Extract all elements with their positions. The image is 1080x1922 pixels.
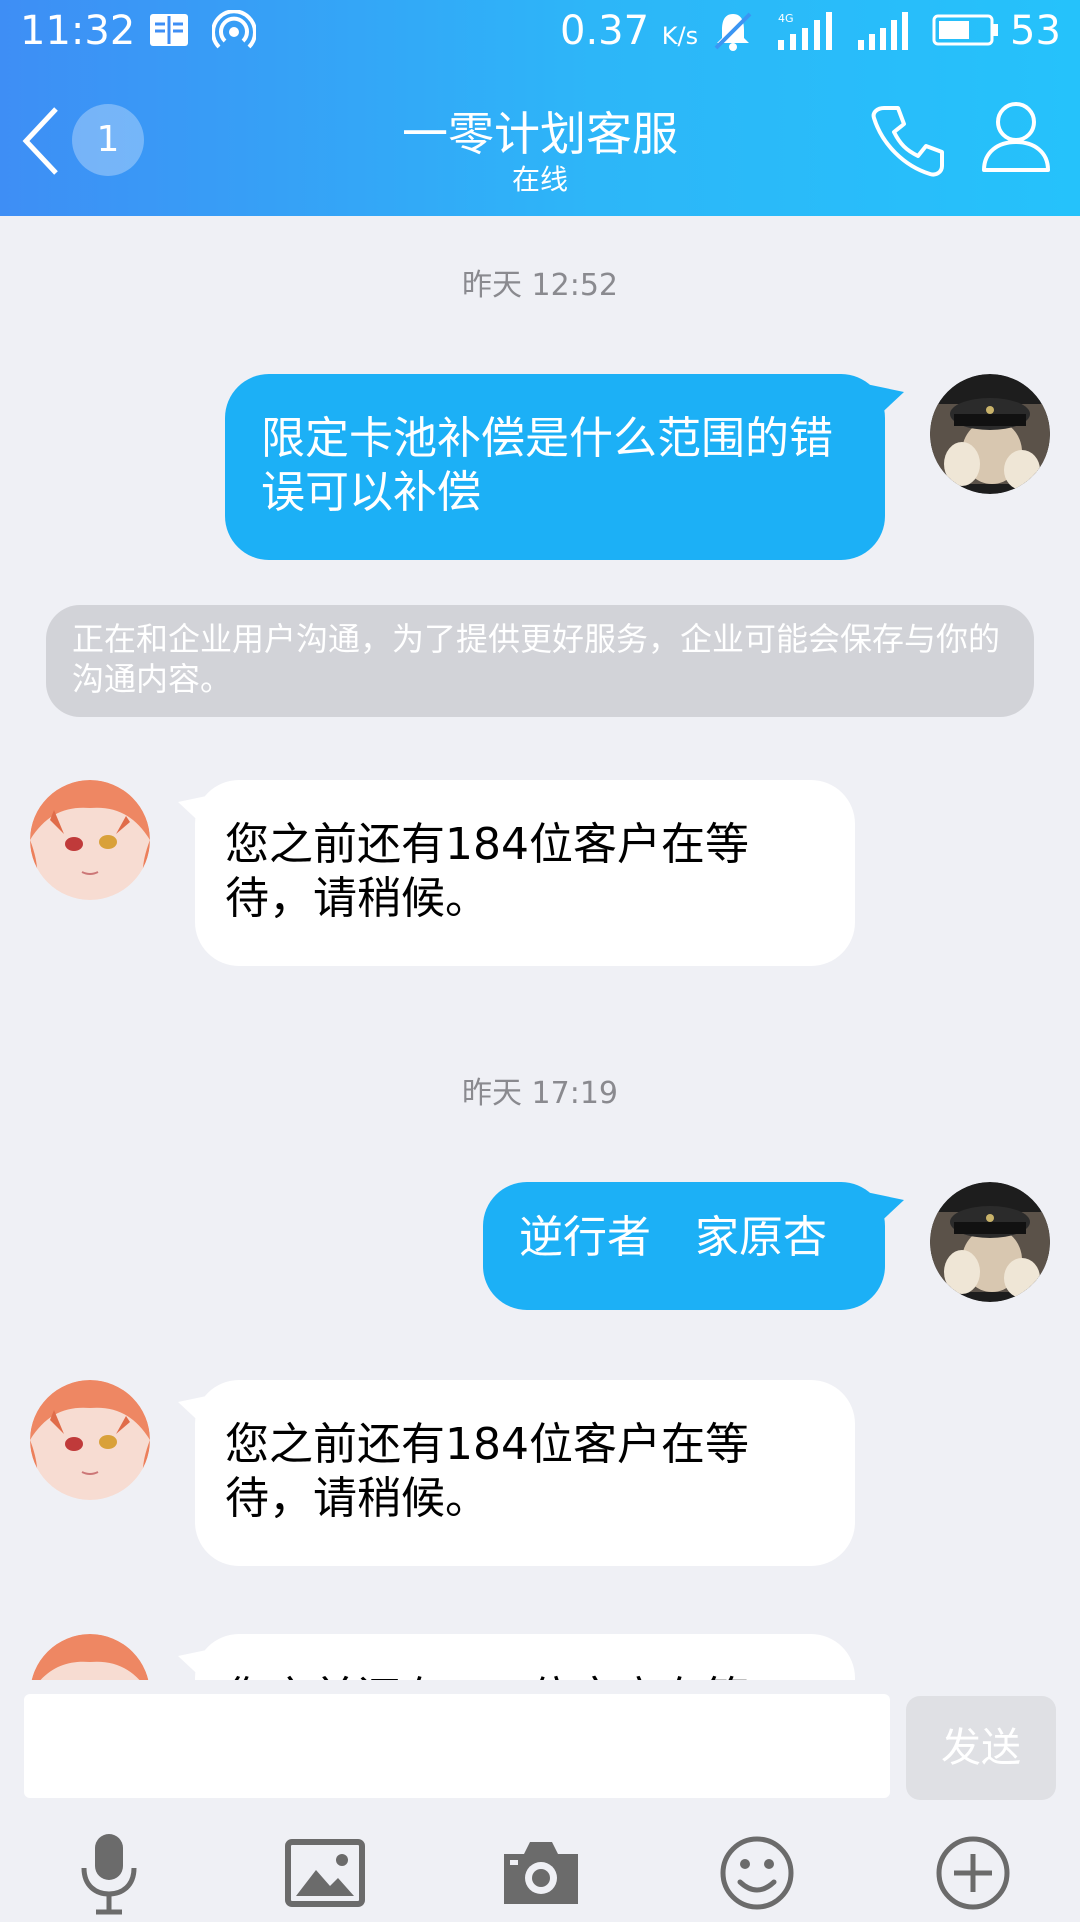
avatar[interactable] <box>30 1634 150 1680</box>
send-button[interactable]: 发送 <box>906 1696 1056 1800</box>
header: 11:32 0.37 K/s 4G 53 1 一零计划客服 在线 <box>0 0 1080 216</box>
phone-icon[interactable] <box>870 102 946 182</box>
outgoing-message[interactable]: 逆行者 家原杏 <box>483 1182 885 1310</box>
battery-icon <box>932 10 1000 54</box>
timestamp: 昨天 12:52 <box>462 268 618 303</box>
signal-4g-icon: 4G <box>776 10 836 58</box>
status-bar: 11:32 0.37 K/s 4G 53 <box>0 0 1080 66</box>
plus-icon[interactable] <box>928 1828 1018 1918</box>
battery-level: 53 <box>1010 8 1061 54</box>
camera-icon[interactable] <box>496 1828 586 1918</box>
incoming-message[interactable]: 您之前还有184位客户在等待，请稍候。 <box>195 1634 855 1680</box>
voice-icon[interactable] <box>64 1828 154 1918</box>
emoji-icon[interactable] <box>712 1828 802 1918</box>
bubble-tail <box>866 1192 904 1228</box>
timestamp: 昨天 17:19 <box>462 1076 618 1111</box>
input-bar: 发送 <box>0 1680 1080 1920</box>
signal-icon <box>856 10 912 58</box>
message-input[interactable] <box>24 1694 890 1798</box>
image-icon[interactable] <box>280 1828 370 1918</box>
outgoing-message[interactable]: 限定卡池补偿是什么范围的错误可以补偿 <box>225 374 885 560</box>
avatar[interactable] <box>930 374 1050 494</box>
profile-icon[interactable] <box>980 100 1052 178</box>
system-notice: 正在和企业用户沟通，为了提供更好服务，企业可能会保存与你的沟通内容。 <box>46 605 1034 717</box>
avatar[interactable] <box>30 1380 150 1500</box>
mute-icon <box>712 10 754 56</box>
network-type: 4G <box>778 12 794 25</box>
bubble-tail <box>866 384 904 420</box>
avatar[interactable] <box>930 1182 1050 1302</box>
network-speed: 0.37 K/s <box>560 8 699 54</box>
incoming-message[interactable]: 您之前还有184位客户在等待，请稍候。 <box>195 1380 855 1566</box>
hotspot-icon <box>211 9 257 58</box>
news-icon <box>148 10 190 54</box>
message-list[interactable]: 昨天 12:52 限定卡池补偿是什么范围的错误可以补偿 正在和企业用户沟通，为了… <box>0 216 1080 1680</box>
incoming-message[interactable]: 您之前还有184位客户在等待，请稍候。 <box>195 780 855 966</box>
avatar[interactable] <box>30 780 150 900</box>
status-time: 11:32 <box>20 8 136 54</box>
